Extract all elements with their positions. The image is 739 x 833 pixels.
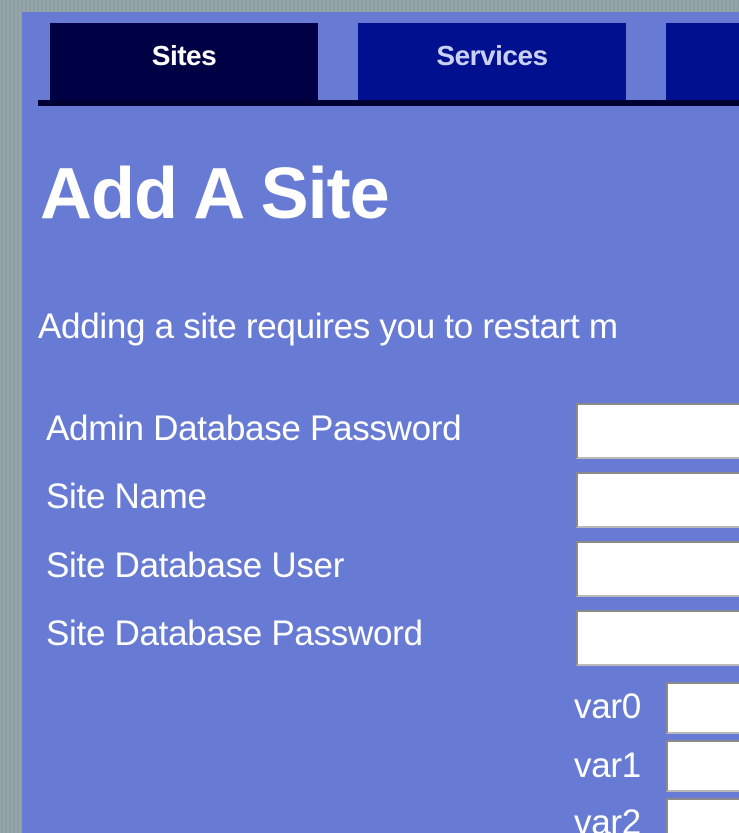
var1-label: var1 [574,746,641,785]
site-name-label: Site Name [46,477,207,516]
tab-services[interactable]: Services [358,23,626,101]
var0-field[interactable] [666,682,739,734]
tab-underline [38,100,739,106]
site-db-password-label: Site Database Password [46,614,423,653]
tab-third[interactable] [666,23,739,101]
admin-db-password-label: Admin Database Password [46,409,462,448]
site-db-password-field[interactable] [576,610,739,666]
admin-db-password-field[interactable] [576,403,739,459]
tab-sites-label: Sites [151,40,217,71]
site-db-user-label: Site Database User [46,546,345,585]
var2-label: var2 [574,803,641,833]
site-name-field[interactable] [576,472,739,528]
var1-field[interactable] [666,740,739,792]
tab-bar: Sites Services [38,23,739,101]
tab-services-label: Services [436,40,548,71]
site-db-user-field[interactable] [576,541,739,597]
page-title: Add A Site [40,154,390,234]
var2-field[interactable] [666,798,739,833]
tab-sites[interactable]: Sites [50,23,318,101]
main-panel: Sites Services Add A Site Adding a site … [22,12,739,833]
var0-label: var0 [574,687,641,726]
restart-notice: Adding a site requires you to restart m [38,307,618,346]
